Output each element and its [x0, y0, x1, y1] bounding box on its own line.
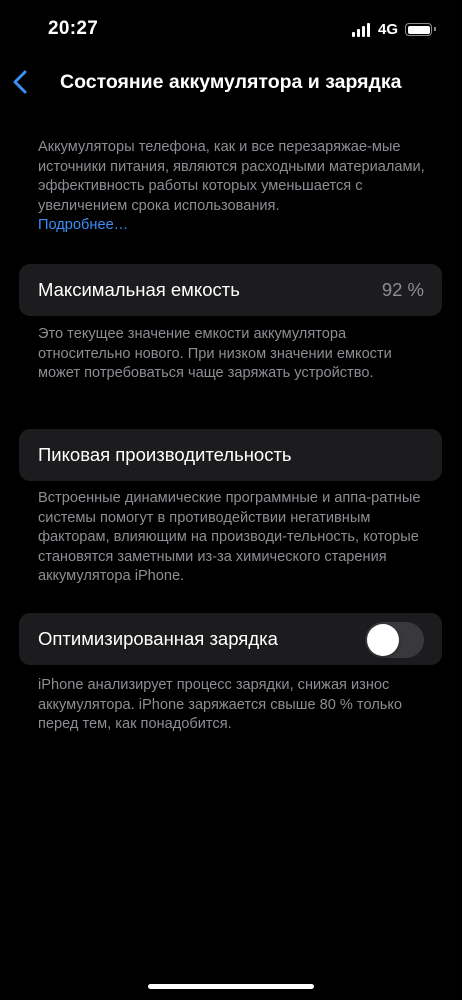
status-bar: 20:27 4G [0, 0, 462, 62]
status-icons: 4G [351, 21, 436, 38]
max-capacity-label: Максимальная емкость [38, 279, 240, 300]
signal-bars-icon [351, 22, 372, 37]
optimized-charging-footer: iPhone анализирует процесс зарядки, сниж… [38, 677, 403, 733]
max-capacity-value: 92 % [381, 279, 424, 300]
home-indicator[interactable] [148, 984, 314, 989]
network-type: 4G [377, 21, 398, 38]
page-title: Состояние аккумулятора и зарядка [60, 71, 402, 93]
toggle-knob [367, 624, 399, 656]
optimized-charging-toggle[interactable] [365, 622, 424, 658]
chevron-left-icon [13, 70, 27, 94]
optimized-charging-label: Оптимизированная зарядка [38, 628, 278, 649]
peak-performance-label: Пиковая производительность [38, 444, 292, 465]
optimized-charging-row: Оптимизированная зарядка [19, 613, 442, 665]
intro-description: Аккумуляторы телефона, как и все перезар… [38, 139, 425, 214]
learn-more-link[interactable]: Подробнее… [38, 217, 128, 233]
intro-text: Аккумуляторы телефона, как и все перезар… [38, 138, 428, 236]
battery-icon [405, 23, 436, 36]
back-button[interactable] [10, 66, 34, 98]
max-capacity-footer: Это текущее значение емкости аккумулятор… [38, 326, 392, 382]
max-capacity-row: Максимальная емкость 92 % [19, 264, 442, 316]
peak-performance-row: Пиковая производительность [19, 429, 442, 481]
status-time: 20:27 [48, 18, 99, 39]
peak-performance-footer: Встроенные динамические программные и ап… [38, 490, 421, 585]
navigation-bar: Состояние аккумулятора и зарядка [0, 62, 462, 104]
